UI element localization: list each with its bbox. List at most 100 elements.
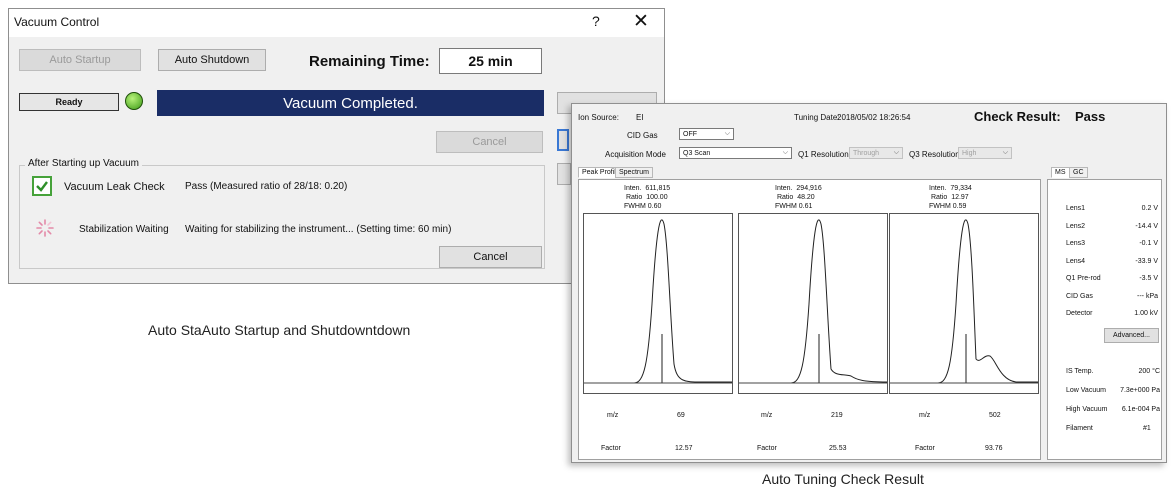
cid-gas-select[interactable]: OFF ⌵ (679, 128, 734, 140)
lens-parameters: Lens1 0.2 V Lens2 -14.4 V Lens3 -0.1 V Lens… (1066, 200, 1158, 323)
help-button-partial[interactable] (557, 163, 571, 185)
close-icon[interactable]: ✕ (633, 10, 649, 33)
param-name: Lens3 (1066, 240, 1086, 247)
auto-tuning-window: Ion Source: EI Tuning Date: 2018/05/02 1… (571, 103, 1167, 463)
leak-check-label: Vacuum Leak Check (64, 181, 165, 193)
peak-2-plot (738, 213, 888, 394)
group-title: After Starting up Vacuum (25, 158, 142, 169)
peak-1-mz: 69 (677, 412, 685, 419)
ok-button[interactable] (557, 129, 569, 151)
peak-2-curve (739, 219, 888, 384)
check-result-label: Check Result: (974, 109, 1061, 124)
q3-resolution-select[interactable]: High ⌵ (958, 147, 1012, 159)
param-name: Q1 Pre-rod (1066, 275, 1101, 282)
peak-3-inten: 79,334 (950, 185, 972, 192)
auto-shutdown-button[interactable]: Auto Shutdown (158, 49, 266, 71)
inten-label: Inten. (624, 185, 642, 192)
acquisition-mode-label: Acquisition Mode (605, 150, 666, 159)
ratio-label: Ratio (776, 194, 794, 201)
param-row: Lens3 -0.1 V (1066, 235, 1158, 253)
peak-1-ratio: 100.00 (646, 194, 668, 201)
tuning-caption: Auto Tuning Check Result (762, 471, 924, 487)
factor-label: Factor (915, 445, 935, 452)
q3-resolution-label: Q3 Resolution (909, 150, 960, 159)
chevron-down-icon: ⌵ (893, 149, 899, 156)
param-value: -0.1 V (1139, 240, 1158, 247)
peak-3-ratio: 12.97 (951, 194, 969, 201)
stabilization-cancel-button[interactable]: Cancel (439, 246, 542, 268)
help-button[interactable]: ? (592, 13, 600, 29)
peak-1-plot (583, 213, 733, 394)
leak-check-result: Pass (Measured ratio of 28/18: 0.20) (185, 181, 348, 192)
stabilization-status: Waiting for stabilizing the instrument..… (185, 224, 452, 235)
status-name: Low Vacuum (1066, 387, 1106, 394)
status-value: 7.3e+000 Pa (1120, 387, 1160, 394)
peak-2-fwhm: 0.61 (798, 203, 813, 210)
cancel-button[interactable]: Cancel (436, 131, 543, 153)
tab-ms[interactable]: MS (1051, 167, 1070, 178)
status-name: High Vacuum (1066, 406, 1108, 413)
peak-3-factor: 93.76 (985, 445, 1003, 452)
check-result-value: Pass (1075, 109, 1106, 124)
status-banner: Vacuum Completed. (157, 90, 544, 116)
startup-caption: Auto StaAuto Startup and Shutdowntdown (148, 322, 411, 338)
ion-source-value: EI (636, 113, 644, 122)
title-bar: Vacuum Control ? ✕ (9, 9, 664, 37)
acquisition-mode-select[interactable]: Q3 Scan ⌵ (679, 147, 792, 159)
tab-spectrum[interactable]: Spectrum (615, 167, 653, 178)
status-row: IS Temp. 200 °C (1066, 362, 1160, 381)
remaining-time-label: Remaining Time: (309, 53, 430, 70)
param-value: --- kPa (1137, 292, 1158, 300)
spinner-icon (36, 219, 54, 237)
inten-label: Inten. (775, 185, 793, 192)
chevron-down-icon: ⌵ (724, 130, 730, 137)
param-name: Detector (1066, 310, 1093, 317)
tab-gc[interactable]: GC (1069, 167, 1088, 178)
ion-source-label: Ion Source: (578, 113, 619, 122)
param-row: Q1 Pre-rod -3.5 V (1066, 270, 1158, 288)
chevron-down-icon: ⌵ (782, 149, 788, 156)
param-value: -3.5 V (1139, 275, 1158, 282)
param-row: Lens1 0.2 V (1066, 200, 1158, 218)
peak-2-mz: 219 (831, 412, 843, 419)
mz-label: m/z (761, 412, 773, 419)
q1-resolution-select[interactable]: Through ⌵ (849, 147, 903, 159)
mz-label: m/z (607, 412, 619, 419)
status-parameters: IS Temp. 200 °C Low Vacuum 7.3e+000 Pa Hig… (1066, 362, 1160, 419)
peak-2-inten: 294,916 (796, 185, 822, 192)
status-badge: Ready (19, 93, 119, 111)
status-row: Low Vacuum 7.3e+000 Pa (1066, 381, 1160, 400)
ratio-label: Ratio (625, 194, 643, 201)
status-row: High Vacuum 6.1e-004 Pa (1066, 400, 1160, 419)
peak-3-info: Inten. 79,334 Ratio 12.97 FWHM 0.59 (929, 184, 972, 211)
factor-label: Factor (601, 445, 621, 452)
peak-3-plot (889, 213, 1039, 394)
fwhm-label: FWHM (929, 203, 951, 210)
remaining-time-value: 25 min (439, 48, 542, 74)
peak-2-ratio: 48.20 (797, 194, 815, 201)
ms-parameters-panel: Lens1 0.2 V Lens2 -14.4 V Lens3 -0.1 V Lens… (1047, 179, 1162, 460)
peak-1-fwhm: 0.60 (647, 203, 662, 210)
dialog-title: Vacuum Control (14, 15, 100, 29)
param-row: Lens2 -14.4 V (1066, 218, 1158, 236)
param-value: 1.00 kV (1134, 310, 1158, 317)
peak-3-fwhm: 0.59 (952, 203, 967, 210)
param-value: -33.9 V (1135, 257, 1158, 265)
tuning-date-label: Tuning Date: (794, 113, 840, 122)
peak-3-mz: 502 (989, 412, 1001, 419)
param-name: Lens2 (1066, 222, 1086, 230)
peak-1-curve (584, 219, 732, 384)
peak-1-info: Inten. 611,815 Ratio 100.00 FWHM 0.60 (624, 184, 670, 211)
param-row: Detector 1.00 kV (1066, 305, 1158, 323)
auto-startup-button[interactable]: Auto Startup (19, 49, 141, 71)
filament-value: #1 (1143, 425, 1151, 432)
peak-1-factor: 12.57 (675, 445, 693, 452)
fwhm-label: FWHM (775, 203, 797, 210)
peak-profile-panel: Inten. 611,815 Ratio 100.00 FWHM 0.60 m/… (578, 179, 1041, 460)
factor-label: Factor (757, 445, 777, 452)
status-name: IS Temp. (1066, 368, 1094, 375)
peak-3-curve (890, 219, 1038, 384)
status-led-icon (125, 92, 143, 110)
q3-resolution-value: High (962, 149, 977, 157)
advanced-button[interactable]: Advanced... (1104, 328, 1159, 343)
